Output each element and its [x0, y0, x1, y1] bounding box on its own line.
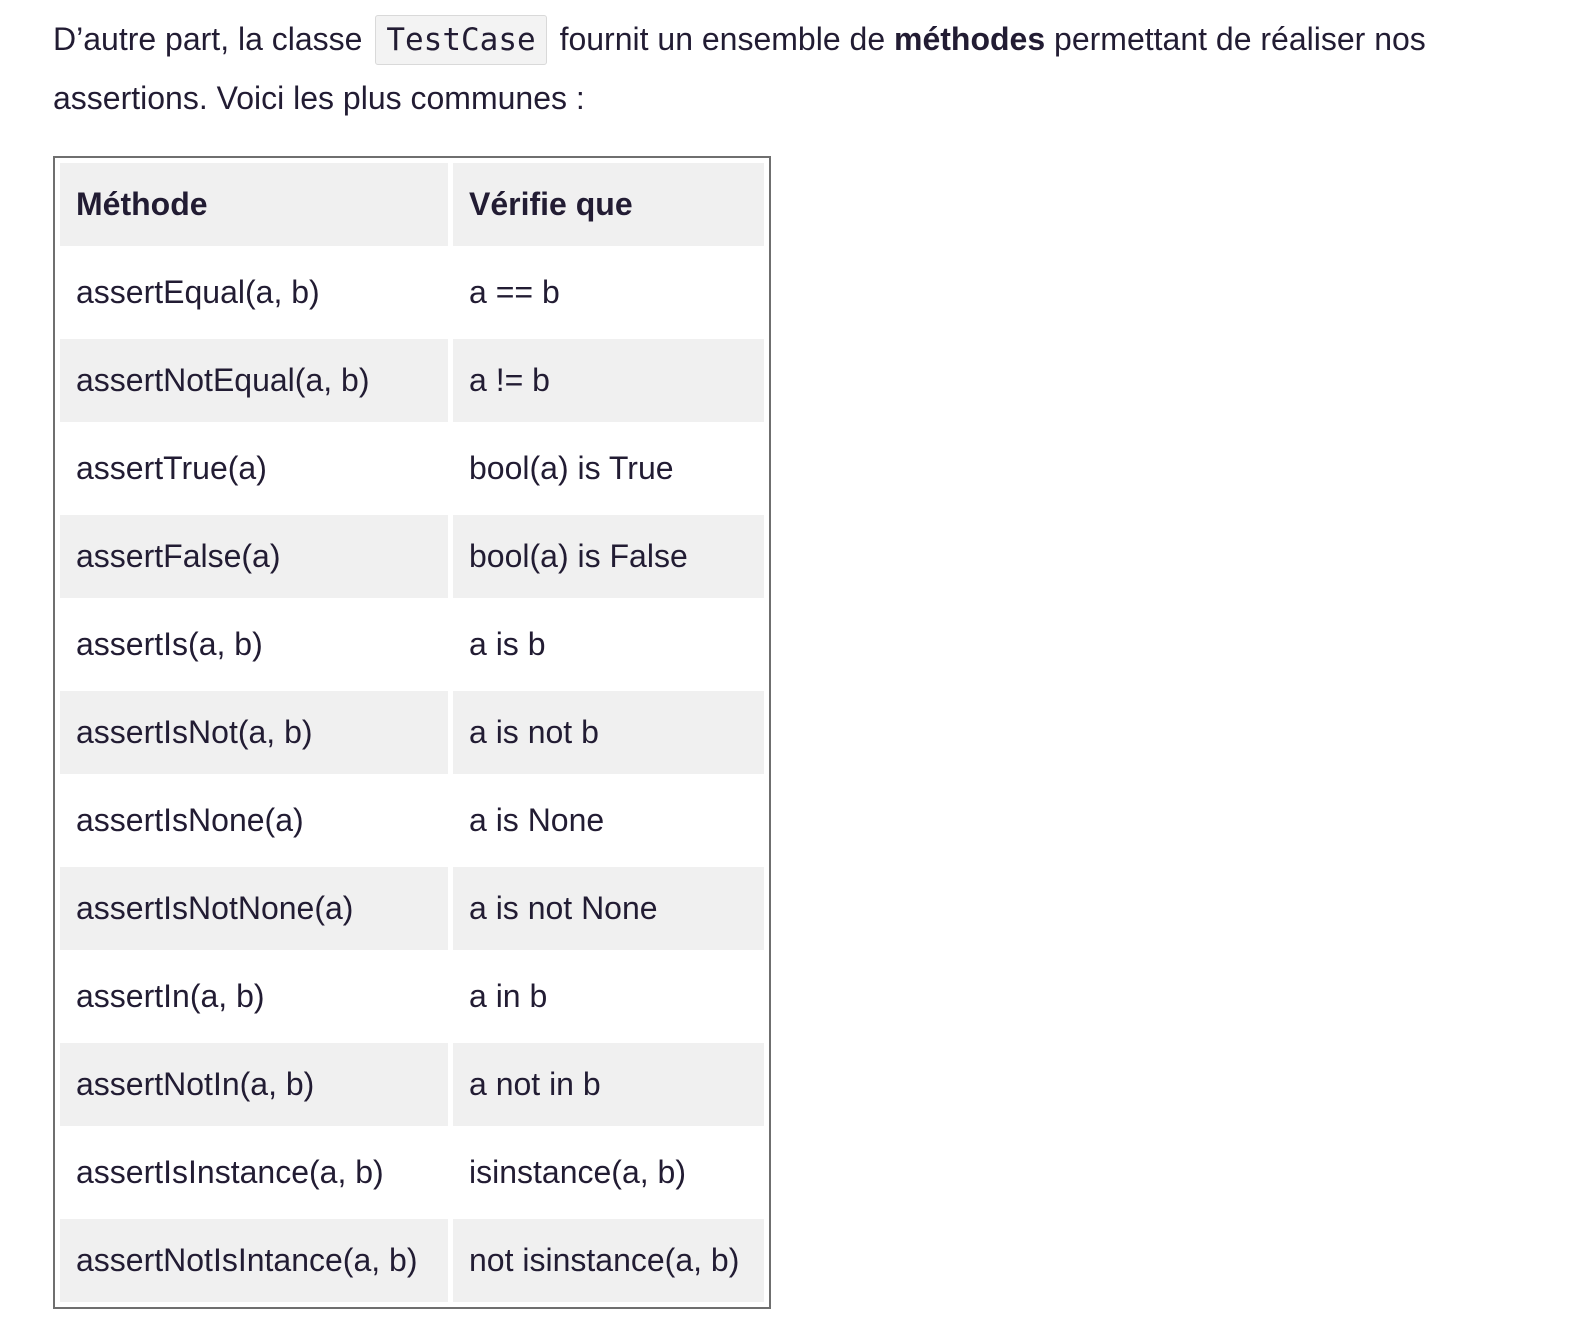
table-row: assertIsNone(a) a is None — [60, 779, 764, 862]
table-row: assertIsNot(a, b) a is not b — [60, 691, 764, 774]
check-cell: bool(a) is False — [453, 515, 764, 598]
table-row: assertIsNotNone(a) a is not None — [60, 867, 764, 950]
table-row: assertFalse(a) bool(a) is False — [60, 515, 764, 598]
table-header-row: Méthode Vérifie que — [60, 163, 764, 246]
check-cell: a in b — [453, 955, 764, 1038]
intro-bold-methodes: méthodes — [894, 21, 1046, 57]
check-cell: isinstance(a, b) — [453, 1131, 764, 1214]
table-row: assertNotEqual(a, b) a != b — [60, 339, 764, 422]
table-row: assertNotIn(a, b) a not in b — [60, 1043, 764, 1126]
assertions-table-container: Méthode Vérifie que assertEqual(a, b) a … — [53, 156, 771, 1309]
check-cell: a is b — [453, 603, 764, 686]
inline-code-testcase: TestCase — [375, 15, 547, 65]
method-cell: assertIsNot(a, b) — [60, 691, 448, 774]
header-verifie-que: Vérifie que — [453, 163, 764, 246]
method-cell: assertTrue(a) — [60, 427, 448, 510]
intro-text-part2: fournit un ensemble de — [559, 21, 886, 57]
table-row: assertIn(a, b) a in b — [60, 955, 764, 1038]
check-cell: a != b — [453, 339, 764, 422]
method-cell: assertEqual(a, b) — [60, 251, 448, 334]
article-content: D’autre part, la classe TestCase fournit… — [53, 10, 1533, 1309]
intro-paragraph: D’autre part, la classe TestCase fournit… — [53, 10, 1533, 127]
method-cell: assertIs(a, b) — [60, 603, 448, 686]
table-row: assertNotIsIntance(a, b) not isinstance(… — [60, 1219, 764, 1302]
method-cell: assertIsNone(a) — [60, 779, 448, 862]
intro-text-part1: D’autre part, la classe — [53, 21, 363, 57]
check-cell: a is None — [453, 779, 764, 862]
check-cell: a is not None — [453, 867, 764, 950]
table-row: assertEqual(a, b) a == b — [60, 251, 764, 334]
method-cell: assertIsInstance(a, b) — [60, 1131, 448, 1214]
check-cell: a is not b — [453, 691, 764, 774]
table-row: assertTrue(a) bool(a) is True — [60, 427, 764, 510]
check-cell: a not in b — [453, 1043, 764, 1126]
method-cell: assertNotIn(a, b) — [60, 1043, 448, 1126]
method-cell: assertFalse(a) — [60, 515, 448, 598]
table-row: assertIsInstance(a, b) isinstance(a, b) — [60, 1131, 764, 1214]
check-cell: a == b — [453, 251, 764, 334]
method-cell: assertNotEqual(a, b) — [60, 339, 448, 422]
method-cell: assertIn(a, b) — [60, 955, 448, 1038]
assertions-table: Méthode Vérifie que assertEqual(a, b) a … — [55, 158, 769, 1307]
table-row: assertIs(a, b) a is b — [60, 603, 764, 686]
check-cell: not isinstance(a, b) — [453, 1219, 764, 1302]
header-methode: Méthode — [60, 163, 448, 246]
method-cell: assertIsNotNone(a) — [60, 867, 448, 950]
method-cell: assertNotIsIntance(a, b) — [60, 1219, 448, 1302]
check-cell: bool(a) is True — [453, 427, 764, 510]
